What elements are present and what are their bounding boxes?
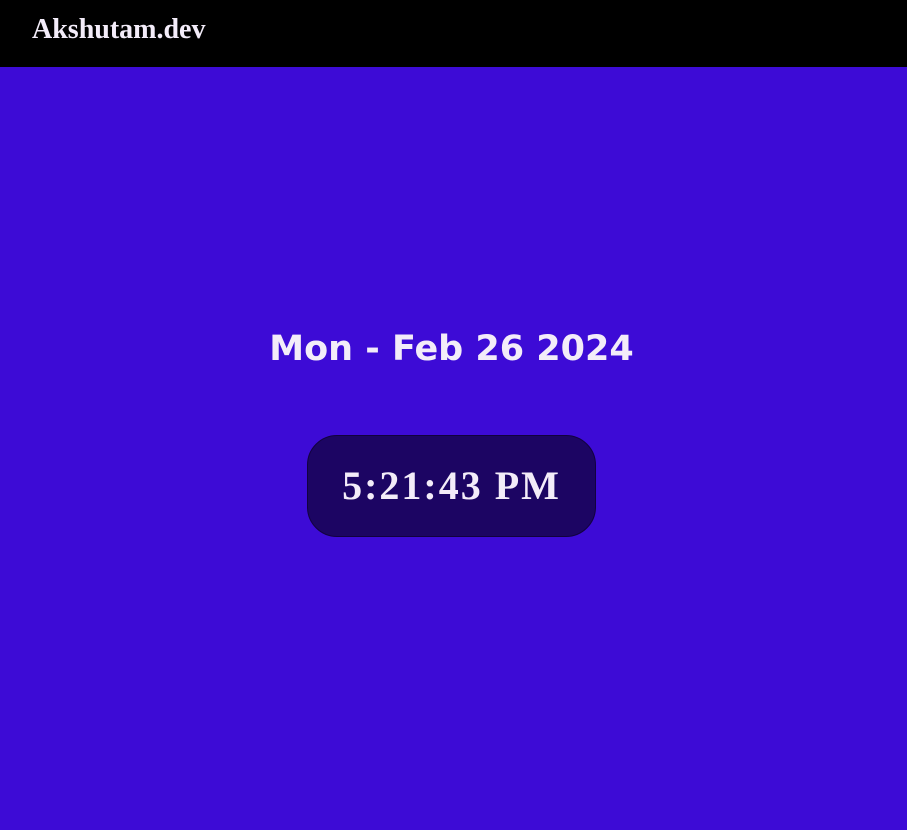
time-display-box: 5:21:43 PM — [307, 435, 596, 537]
site-brand: Akshutam.dev — [32, 14, 206, 45]
top-bar: Akshutam.dev — [0, 0, 907, 67]
clock-section: Mon - Feb 26 2024 5:21:43 PM — [0, 67, 907, 830]
time-display: 5:21:43 PM — [342, 462, 561, 510]
time-meridiem: PM — [494, 463, 561, 508]
date-display: Mon - Feb 26 2024 — [269, 329, 634, 369]
time-value: 5:21:43 — [342, 463, 483, 508]
